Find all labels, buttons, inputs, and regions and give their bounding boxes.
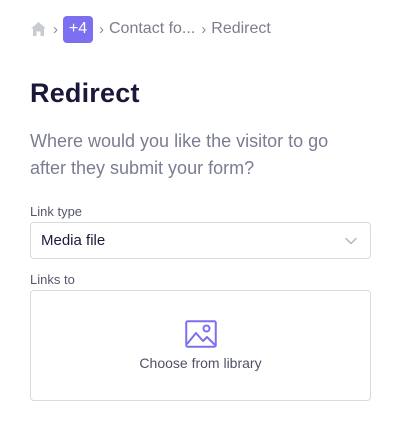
image-icon (185, 320, 217, 348)
page-description: Where would you like the visitor to go a… (30, 131, 329, 178)
chevron-down-icon (344, 234, 358, 248)
breadcrumb: › +4 › Contact fo... › Redirect (29, 15, 271, 43)
page-title: Redirect (30, 78, 140, 108)
breadcrumb-separator: › (53, 20, 58, 38)
choose-from-library-button[interactable]: Choose from library (30, 290, 371, 401)
links-to-label: Links to (30, 272, 75, 287)
breadcrumb-current: Redirect (211, 20, 271, 37)
choose-from-library-label: Choose from library (139, 355, 262, 371)
link-type-select[interactable]: Media file (30, 222, 371, 259)
link-type-label: Link type (30, 204, 83, 219)
breadcrumb-separator: › (99, 20, 104, 38)
breadcrumb-separator: › (201, 20, 207, 38)
breadcrumb-more-button[interactable]: +4 (63, 15, 93, 43)
home-icon[interactable] (29, 20, 47, 38)
link-type-value: Media file (41, 232, 106, 249)
breadcrumb-parent-link[interactable]: Contact fo... (109, 20, 195, 38)
